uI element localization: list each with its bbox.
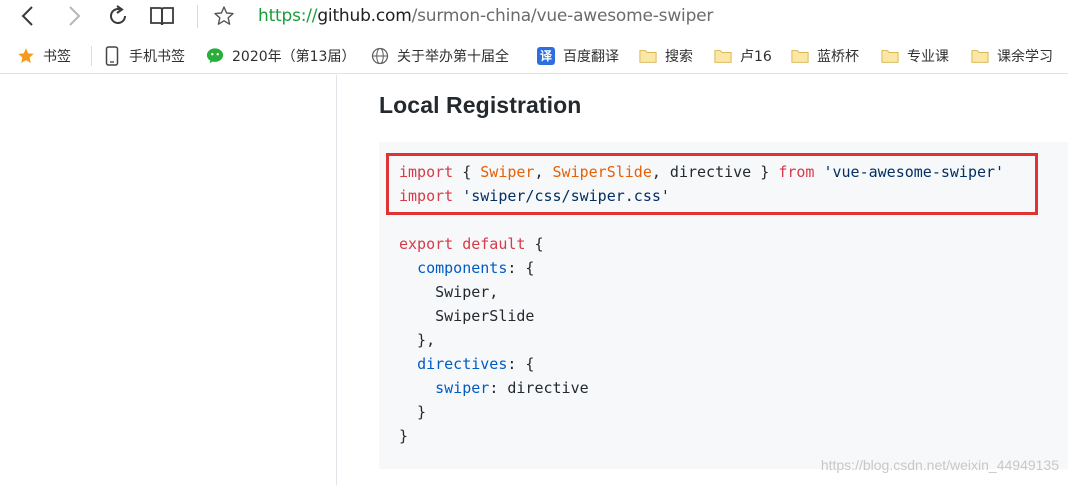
readme-content: Local Registration import { Swiper, Swip… (338, 75, 1068, 485)
bookmark-label: 百度翻译 (563, 49, 619, 65)
bookmark-item-mobile[interactable]: 手机书签 (103, 45, 185, 67)
code-line-4: export default { (399, 232, 544, 256)
code-property: swiper (435, 379, 490, 397)
bookmark-label: 蓝桥杯 (817, 49, 859, 65)
reader-mode-button[interactable] (148, 3, 176, 29)
forward-arrow-icon (69, 6, 81, 26)
code-line-8: }, (399, 331, 436, 349)
bookmark-star-button[interactable] (210, 3, 238, 29)
reload-button[interactable] (104, 3, 132, 29)
book-icon (150, 7, 174, 26)
annotation-highlight-box (386, 153, 1038, 215)
code-text: : { (507, 355, 535, 373)
bookmark-folder-lanqiao[interactable]: 蓝桥杯 (791, 45, 859, 67)
code-line-6: Swiper, (399, 283, 499, 301)
bookmarks-bar: 书签 手机书签 2020年（第13届） 关于举办第十届全 译 百度翻译 搜索 卢… (0, 38, 1068, 74)
code-keyword: default (462, 235, 526, 253)
code-property: components (417, 259, 508, 277)
folder-icon (639, 47, 657, 65)
bookmark-item-2020[interactable]: 2020年（第13届） (206, 45, 355, 67)
bookmark-item-baidu-translate[interactable]: 译 百度翻译 (537, 45, 619, 67)
translate-icon-glyph: 译 (539, 49, 552, 63)
star-icon (17, 47, 35, 65)
code-line-10: swiper: directive (399, 376, 589, 400)
code-keyword: export (399, 235, 454, 253)
watermark: https://blog.csdn.net/weixin_44949135 (820, 457, 1059, 473)
bookmark-label: 卢16 (740, 49, 772, 65)
code-line-9: directives: { (399, 352, 534, 376)
bookmark-label: 专业课 (907, 49, 949, 65)
bookmarks-divider (91, 46, 92, 66)
folder-icon (881, 47, 899, 65)
section-heading: Local Registration (379, 92, 582, 118)
bookmark-label: 2020年（第13届） (232, 49, 356, 65)
url-path: /surmon-china/vue-awesome-swiper (411, 6, 714, 26)
address-bar[interactable]: https://github.com/surmon-china/vue-awes… (258, 5, 713, 27)
bookmark-folder-extracurricular[interactable]: 课余学习 (971, 45, 1053, 67)
translate-icon: 译 (537, 47, 555, 65)
code-text: { (525, 235, 544, 253)
folder-icon (714, 47, 732, 65)
globe-icon (371, 47, 389, 65)
code-line-11: } (399, 403, 427, 421)
url-host: github.com (317, 6, 412, 26)
phone-icon (103, 46, 121, 66)
bookmark-label: 关于举办第十届全 (397, 49, 509, 65)
code-text: : directive (489, 379, 589, 397)
bookmark-label: 搜索 (665, 49, 693, 65)
wechat-icon (206, 47, 224, 65)
code-line-12: } (399, 427, 409, 445)
bookmark-folder-courses[interactable]: 专业课 (881, 45, 949, 67)
code-text: : { (507, 259, 535, 277)
bookmark-label: 课余学习 (997, 49, 1053, 65)
code-line-5: components: { (399, 256, 534, 280)
bookmark-folder-lu16[interactable]: 卢16 (714, 45, 772, 67)
url-scheme: https:// (258, 6, 318, 26)
bookmark-label: 手机书签 (129, 49, 185, 65)
star-outline-icon (214, 6, 234, 25)
toolbar-divider (197, 5, 198, 28)
back-arrow-icon (21, 6, 33, 26)
reload-icon (110, 5, 126, 24)
browser-toolbar: https://github.com/surmon-china/vue-awes… (0, 0, 1068, 34)
bookmark-item-bookmarks[interactable]: 书签 (17, 45, 71, 67)
bookmark-folder-search[interactable]: 搜索 (639, 45, 693, 67)
code-line-7: SwiperSlide (399, 307, 535, 325)
back-button[interactable] (14, 3, 42, 29)
left-sidebar (0, 75, 337, 485)
folder-icon (791, 47, 809, 65)
folder-icon (971, 47, 989, 65)
forward-button[interactable] (60, 3, 88, 29)
bookmark-label: 书签 (43, 49, 71, 65)
code-property: directives (417, 355, 508, 373)
bookmark-item-notice[interactable]: 关于举办第十届全 (371, 45, 509, 67)
